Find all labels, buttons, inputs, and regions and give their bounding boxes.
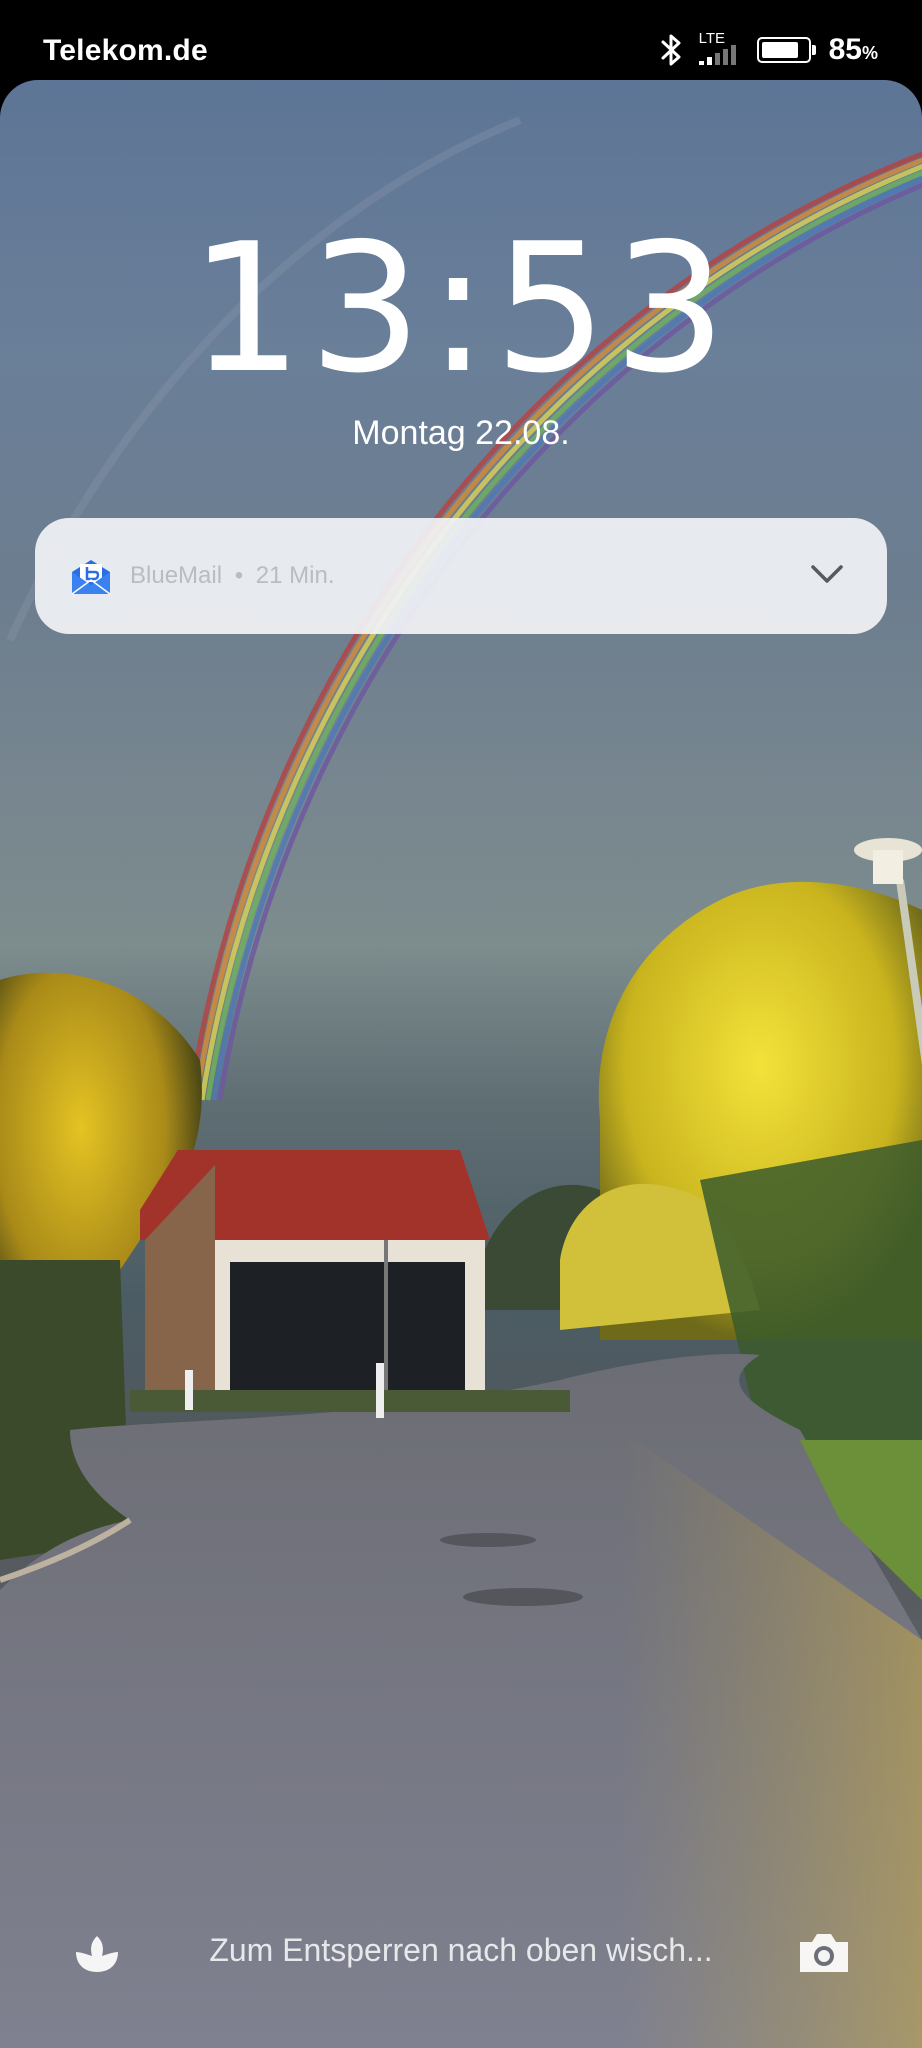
notification-age: 21 Min.: [255, 562, 335, 589]
battery-percent-value: 85: [828, 33, 862, 66]
notification-separator: •: [234, 562, 244, 589]
battery-icon: [756, 37, 816, 63]
signal-indicator: LTE: [695, 30, 741, 68]
camera-icon[interactable]: [796, 1930, 852, 1976]
status-bar: Telekom.de LTE 85%: [0, 0, 922, 80]
carrier-name: Telekom.de: [43, 34, 208, 67]
notification-app-name: BlueMail: [130, 562, 223, 589]
lock-clock: 13:53: [189, 205, 733, 412]
bluetooth-icon: [661, 34, 681, 66]
lock-date: Montag 22.08.: [352, 414, 570, 452]
chevron-down-icon[interactable]: [809, 562, 845, 586]
notification-card[interactable]: BlueMail • 21 Min.: [35, 518, 887, 634]
bluemail-icon: [71, 560, 111, 595]
status-icons: LTE 85%: [659, 30, 878, 70]
battery-fill: [761, 42, 799, 58]
battery-percent-unit: %: [861, 43, 878, 63]
battery-percent: 85%: [829, 33, 878, 67]
lock-screen[interactable]: 13:53 Montag 22.08. BlueMail • 21 Min. Z…: [0, 80, 922, 2048]
signal-icon: [698, 45, 736, 65]
unlock-hint: Zum Entsperren nach oben wisch...: [209, 1932, 713, 1968]
notification-header: BlueMail • 21 Min.: [130, 562, 335, 590]
